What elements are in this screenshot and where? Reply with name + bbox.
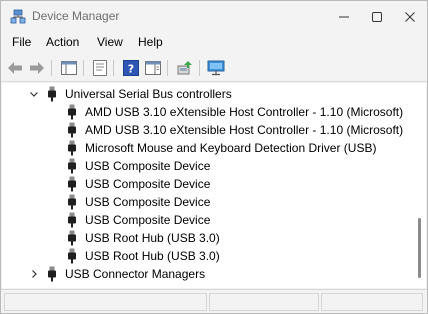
tree-device-row[interactable]: AMD USB 3.10 eXtensible Host Controller … — [2, 121, 413, 139]
toolbar-separator — [167, 60, 168, 76]
usb-device-icon — [67, 212, 77, 228]
menu-file[interactable]: File — [12, 35, 31, 49]
menu-action[interactable]: Action — [46, 35, 79, 49]
update-driver-icon[interactable] — [175, 58, 195, 78]
device-label: USB Composite Device — [85, 177, 211, 191]
toolbar-separator — [51, 60, 52, 76]
status-segment — [321, 293, 423, 311]
menu-help[interactable]: Help — [138, 35, 163, 49]
tree-category-label: Universal Serial Bus controllers — [65, 87, 232, 101]
window-title: Device Manager — [32, 9, 120, 23]
usb-device-icon — [67, 140, 77, 156]
device-label: Microsoft Mouse and Keyboard Detection D… — [85, 141, 377, 155]
tree-category-label: USB Connector Managers — [65, 267, 206, 281]
help-icon[interactable]: ? — [121, 58, 141, 78]
chevron-right-icon[interactable] — [28, 268, 40, 280]
status-segment — [209, 293, 319, 311]
properties-icon[interactable] — [90, 58, 110, 78]
usb-device-icon — [67, 122, 77, 138]
maximize-icon[interactable] — [361, 1, 393, 32]
svg-text:?: ? — [128, 63, 134, 76]
device-label: USB Composite Device — [85, 195, 211, 209]
device-manager-window: Device Manager File Action View Help ? U… — [0, 0, 428, 314]
action-pane-icon[interactable] — [143, 58, 163, 78]
toolbar-separator — [199, 60, 200, 76]
toolbar: ? — [1, 54, 427, 82]
device-label: USB Composite Device — [85, 213, 211, 227]
device-manager-icon — [10, 9, 26, 25]
show-hide-console-tree-icon[interactable] — [59, 58, 79, 78]
title-bar[interactable]: Device Manager — [1, 1, 427, 32]
tree-category-usb-connector-managers[interactable]: USB Connector Managers — [2, 265, 413, 283]
usb-device-icon — [67, 248, 77, 264]
usb-device-icon — [67, 194, 77, 210]
device-label: AMD USB 3.10 eXtensible Host Controller … — [85, 123, 404, 137]
minimize-icon[interactable] — [328, 1, 360, 32]
usb-controller-icon — [47, 86, 57, 102]
tree-device-row[interactable]: USB Root Hub (USB 3.0) — [2, 229, 413, 247]
close-icon[interactable] — [394, 1, 426, 32]
scan-hardware-icon[interactable] — [206, 58, 226, 78]
menu-view[interactable]: View — [97, 35, 123, 49]
usb-device-icon — [67, 104, 77, 120]
menu-bar: File Action View Help — [1, 32, 427, 54]
tree-device-row[interactable]: USB Composite Device — [2, 193, 413, 211]
vertical-scrollbar[interactable] — [413, 83, 426, 288]
usb-device-icon — [67, 230, 77, 246]
tree-device-row[interactable]: USB Composite Device — [2, 211, 413, 229]
usb-connector-icon — [47, 266, 57, 282]
usb-device-icon — [67, 158, 77, 174]
device-tree: Universal Serial Bus controllers AMD USB… — [2, 83, 413, 288]
tree-device-row[interactable]: USB Composite Device — [2, 157, 413, 175]
tree-device-row[interactable]: Microsoft Mouse and Keyboard Detection D… — [2, 139, 413, 157]
tree-device-row[interactable]: AMD USB 3.10 eXtensible Host Controller … — [2, 103, 413, 121]
tree-device-row[interactable]: USB Composite Device — [2, 175, 413, 193]
toolbar-separator — [113, 60, 114, 76]
status-segment — [4, 293, 207, 311]
device-label: USB Composite Device — [85, 159, 211, 173]
usb-device-icon — [67, 176, 77, 192]
forward-icon[interactable] — [27, 58, 47, 78]
status-bar — [1, 289, 427, 313]
device-label: USB Root Hub (USB 3.0) — [85, 231, 220, 245]
tree-device-row[interactable]: USB Root Hub (USB 3.0) — [2, 247, 413, 265]
chevron-down-icon[interactable] — [28, 88, 40, 100]
device-label: AMD USB 3.10 eXtensible Host Controller … — [85, 105, 404, 119]
back-icon[interactable] — [5, 58, 25, 78]
scrollbar-thumb[interactable] — [418, 218, 421, 278]
toolbar-separator — [83, 60, 84, 76]
device-label: USB Root Hub (USB 3.0) — [85, 249, 220, 263]
tree-category-usb-controllers[interactable]: Universal Serial Bus controllers — [2, 85, 413, 103]
